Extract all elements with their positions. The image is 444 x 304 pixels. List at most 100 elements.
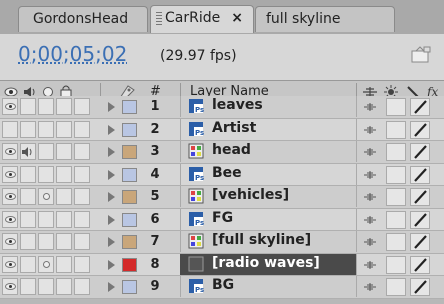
label-color-swatch[interactable] (122, 190, 137, 204)
layer-row[interactable]: 4 Ps Bee (0, 163, 444, 186)
audio-toggle[interactable] (20, 210, 36, 228)
solo-toggle[interactable] (38, 255, 54, 273)
shy-switch[interactable] (362, 167, 378, 183)
video-toggle[interactable] (2, 188, 18, 205)
lock-toggle[interactable] (56, 165, 72, 183)
shy-toggle[interactable] (74, 143, 90, 160)
shy-toggle[interactable] (74, 98, 90, 115)
lock-toggle[interactable] (56, 120, 72, 138)
shy-switch[interactable] (362, 144, 378, 160)
layer-name-cell[interactable]: Ps FG (180, 209, 356, 230)
expand-triangle-icon[interactable] (108, 124, 115, 135)
quality-switch[interactable] (410, 165, 430, 184)
audio-toggle[interactable] (20, 98, 36, 115)
layer-name-cell[interactable]: Ps leaves (180, 96, 356, 117)
layer-row[interactable]: 1 Ps leaves (0, 96, 444, 119)
solo-toggle[interactable] (38, 98, 54, 115)
quality-switch[interactable] (410, 143, 430, 161)
collapse-switch[interactable] (386, 278, 406, 296)
label-color-swatch[interactable] (122, 280, 137, 294)
video-toggle[interactable] (2, 233, 18, 250)
lock-toggle[interactable] (56, 255, 72, 273)
solo-toggle[interactable] (38, 120, 54, 138)
comp-mini-flowchart-icon[interactable] (410, 46, 432, 64)
current-time-display[interactable]: 0;00;05;02 (18, 42, 127, 66)
tab-full-skyline[interactable]: full skyline (255, 6, 395, 32)
shy-toggle[interactable] (74, 120, 90, 138)
shy-toggle[interactable] (74, 188, 90, 205)
shy-toggle[interactable] (74, 210, 90, 228)
layer-name-cell[interactable]: Ps Bee (180, 164, 356, 185)
lock-toggle[interactable] (56, 210, 72, 228)
layer-name-cell[interactable]: [vehicles] (180, 186, 356, 207)
quality-switch[interactable] (410, 255, 430, 274)
shy-switch[interactable] (362, 189, 378, 205)
quality-switch[interactable] (410, 278, 430, 296)
layer-row[interactable]: 5 [vehicles] (0, 186, 444, 209)
label-color-swatch[interactable] (122, 122, 137, 137)
collapse-switch[interactable] (386, 255, 406, 274)
shy-switch[interactable] (362, 234, 378, 250)
solo-toggle[interactable] (38, 188, 54, 205)
audio-toggle[interactable] (20, 120, 36, 138)
lock-toggle[interactable] (56, 278, 72, 295)
solo-toggle[interactable] (38, 143, 54, 160)
shy-switch[interactable] (362, 122, 378, 138)
shy-switch[interactable] (362, 212, 378, 228)
label-color-swatch[interactable] (122, 167, 137, 182)
layer-name-cell[interactable]: [radio waves] (180, 253, 356, 275)
expand-triangle-icon[interactable] (108, 259, 115, 270)
expand-triangle-icon[interactable] (108, 214, 115, 225)
collapse-switch[interactable] (386, 165, 406, 184)
quality-switch[interactable] (410, 188, 430, 206)
tab-carride[interactable]: CarRide × (150, 5, 254, 33)
layer-row[interactable]: 7 [full skyline] (0, 231, 444, 254)
quality-switch[interactable] (410, 98, 430, 116)
expand-triangle-icon[interactable] (108, 169, 115, 180)
layer-row[interactable]: 3 head (0, 141, 444, 164)
audio-toggle[interactable] (20, 233, 36, 250)
layer-name-cell[interactable]: head (180, 141, 356, 162)
solo-toggle[interactable] (38, 233, 54, 250)
audio-toggle[interactable] (20, 143, 36, 160)
layer-row[interactable]: 2 Ps Artist (0, 118, 444, 141)
layer-row[interactable]: 9 Ps BG (0, 276, 444, 299)
layer-row[interactable]: 8 [radio waves] (0, 253, 444, 276)
solo-toggle[interactable] (38, 210, 54, 228)
lock-toggle[interactable] (56, 188, 72, 205)
solo-toggle[interactable] (38, 165, 54, 183)
audio-toggle[interactable] (20, 278, 36, 295)
video-toggle[interactable] (2, 278, 18, 295)
collapse-switch[interactable] (386, 188, 406, 206)
expand-triangle-icon[interactable] (108, 192, 115, 202)
audio-toggle[interactable] (20, 255, 36, 273)
video-toggle[interactable] (2, 98, 18, 115)
solo-toggle[interactable] (38, 278, 54, 295)
lock-toggle[interactable] (56, 98, 72, 115)
expand-triangle-icon[interactable] (108, 237, 115, 247)
close-icon[interactable]: × (231, 10, 243, 26)
quality-switch[interactable] (410, 233, 430, 251)
shy-toggle[interactable] (74, 165, 90, 183)
quality-switch[interactable] (410, 210, 430, 229)
audio-toggle[interactable] (20, 188, 36, 205)
layer-row[interactable]: 6 Ps FG (0, 208, 444, 231)
video-toggle[interactable] (2, 255, 18, 273)
tab-gordonshead[interactable]: GordonsHead (18, 6, 148, 32)
shy-switch[interactable] (362, 279, 378, 295)
expand-triangle-icon[interactable] (108, 102, 115, 112)
label-color-swatch[interactable] (122, 257, 137, 272)
lock-toggle[interactable] (56, 233, 72, 250)
lock-toggle[interactable] (56, 143, 72, 160)
label-color-swatch[interactable] (122, 145, 137, 159)
collapse-switch[interactable] (386, 98, 406, 116)
video-toggle[interactable] (2, 165, 18, 183)
expand-triangle-icon[interactable] (108, 147, 115, 157)
shy-switch[interactable] (362, 257, 378, 273)
video-toggle[interactable] (2, 120, 18, 138)
collapse-switch[interactable] (386, 233, 406, 251)
shy-toggle[interactable] (74, 233, 90, 250)
collapse-switch[interactable] (386, 210, 406, 229)
collapse-switch[interactable] (386, 120, 406, 139)
collapse-switch[interactable] (386, 143, 406, 161)
